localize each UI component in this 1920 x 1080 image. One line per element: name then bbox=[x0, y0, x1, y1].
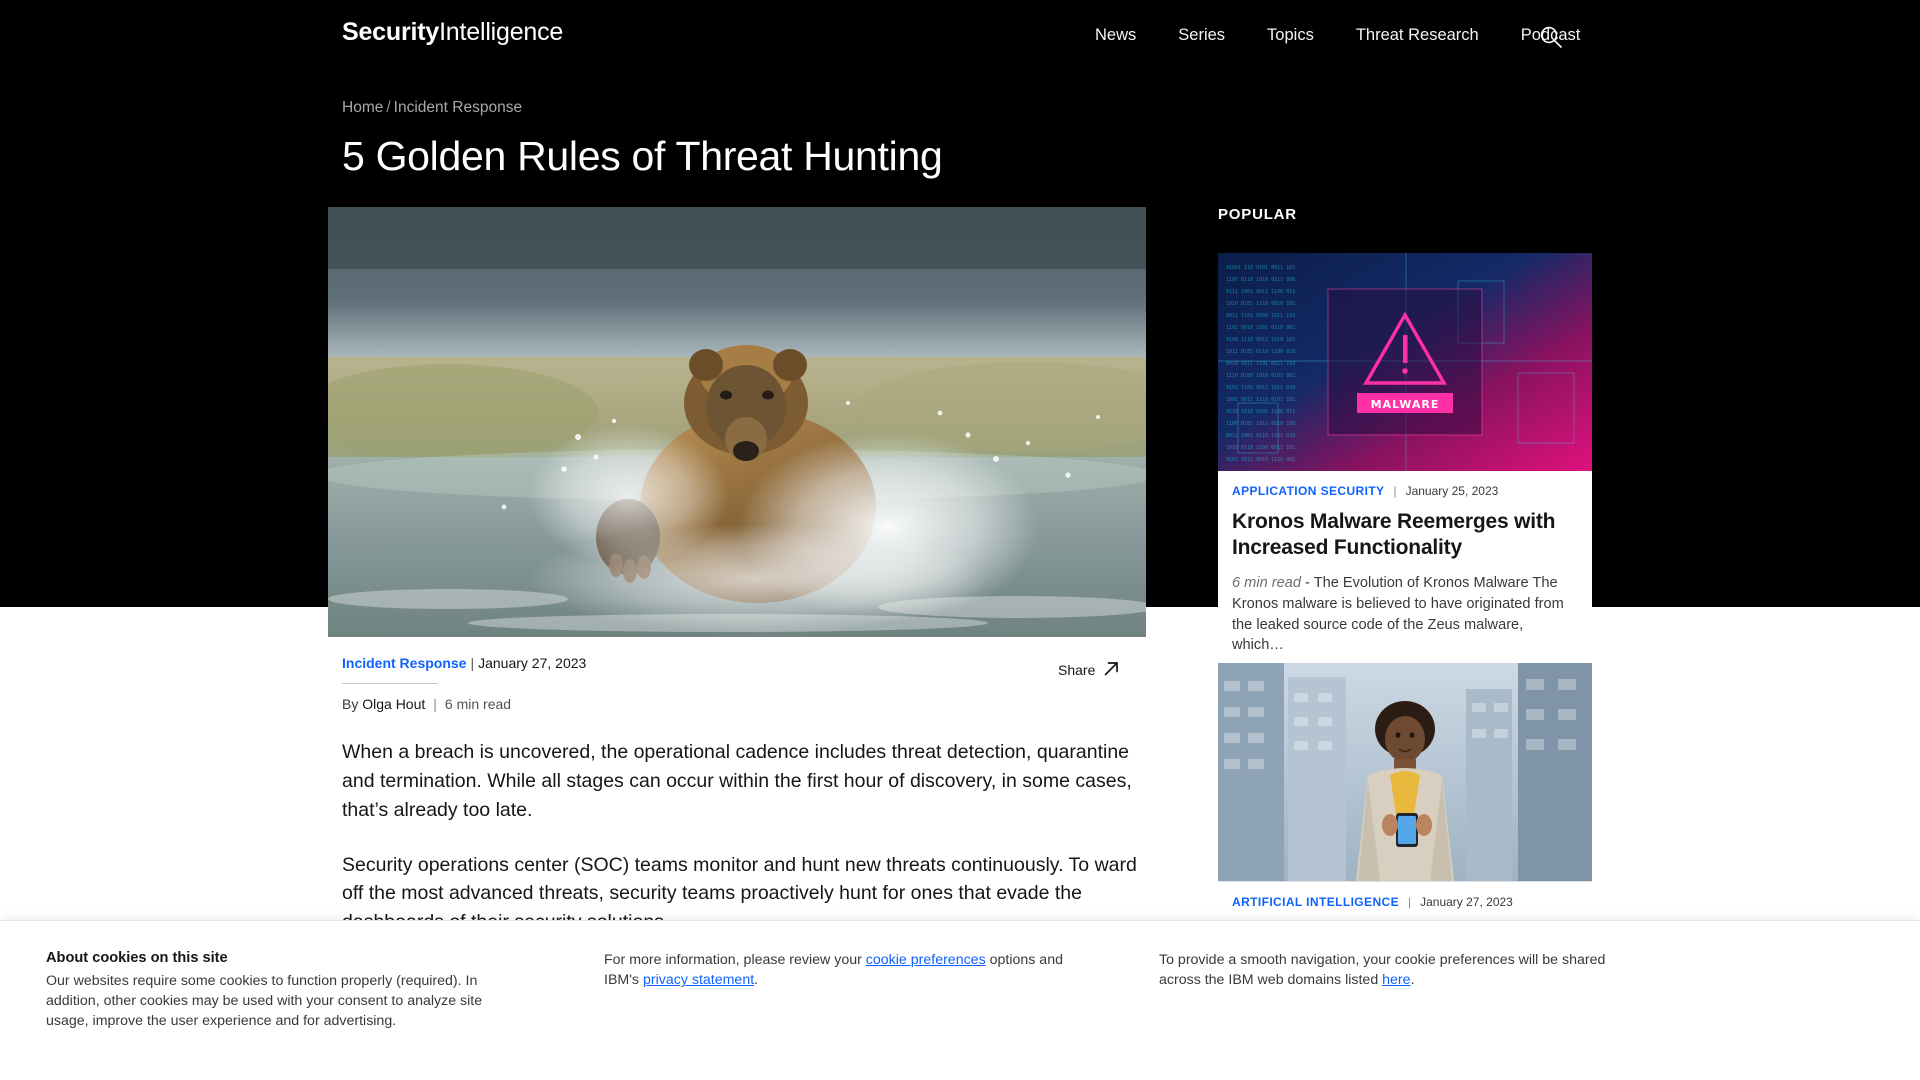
share-button[interactable]: Share bbox=[1058, 660, 1120, 680]
svg-text:1001 0011 1110 0101 101: 1001 0011 1110 0101 101 bbox=[1226, 397, 1295, 403]
more-info-post: . bbox=[754, 972, 759, 989]
hero-image bbox=[328, 207, 1146, 637]
breadcrumb: Home / Incident Response bbox=[342, 99, 522, 117]
nav-item-threat-research[interactable]: Threat Research bbox=[1356, 26, 1479, 45]
kicker-separator: | bbox=[1407, 895, 1412, 909]
article-meta-primary: Incident Response | January 27, 2023 bbox=[342, 655, 1152, 671]
domains-info-post: . bbox=[1410, 972, 1415, 989]
svg-text:0101 1011 0010 1110 001: 0101 1011 0010 1110 001 bbox=[1226, 457, 1295, 463]
svg-text:01001 110 0101 0011 101: 01001 110 0101 0011 101 bbox=[1226, 265, 1295, 271]
svg-text:0110 1010 0101 1100 011: 0110 1010 0101 1100 011 bbox=[1226, 409, 1295, 415]
nav-item-series[interactable]: Series bbox=[1178, 26, 1225, 45]
cookie-preferences-link[interactable]: cookie preferences bbox=[866, 952, 986, 968]
top-navigation-bar: SecurityIntelligence News Series Topics … bbox=[0, 0, 1920, 70]
article-byline: By Olga Hout | 6 min read bbox=[342, 696, 1152, 712]
privacy-statement-link[interactable]: privacy statement bbox=[643, 972, 754, 988]
popular-heading: POPULAR bbox=[1218, 206, 1297, 223]
popular-card-title[interactable]: Kronos Malware Reemerges with Increased … bbox=[1232, 509, 1578, 560]
breadcrumb-home[interactable]: Home bbox=[342, 99, 383, 116]
article-meta: Incident Response | January 27, 2023 By Ol… bbox=[342, 655, 1152, 712]
popular-card-thumbnail: 01001 110 0101 0011 101 1100 0110 1010 0… bbox=[1218, 253, 1592, 471]
article-read-time: 6 min read bbox=[444, 696, 512, 712]
popular-card[interactable]: 01001 110 0101 0011 101 1100 0110 1010 0… bbox=[1218, 253, 1592, 677]
popular-card-read-time: 6 min read bbox=[1232, 575, 1301, 592]
nav-item-topics[interactable]: Topics bbox=[1267, 26, 1314, 45]
svg-text:1011 0101 0110 1100 010: 1011 0101 0110 1100 010 bbox=[1226, 349, 1295, 355]
svg-text:1110 0100 1010 0101 001: 1110 0100 1010 0101 001 bbox=[1226, 373, 1295, 379]
nav-item-news[interactable]: News bbox=[1095, 26, 1136, 45]
popular-card-category[interactable]: APPLICATION SECURITY bbox=[1232, 484, 1384, 498]
excerpt-dash: - bbox=[1305, 575, 1310, 592]
page-root: SecurityIntelligence News Series Topics … bbox=[0, 0, 1920, 1080]
article-category-link[interactable]: Incident Response bbox=[342, 655, 466, 671]
page-title: 5 Golden Rules of Threat Hunting bbox=[342, 133, 943, 179]
article-date: January 27, 2023 bbox=[478, 655, 587, 671]
svg-text:1100 0101 1011 0010 100: 1100 0101 1011 0010 100 bbox=[1226, 421, 1295, 427]
article-author[interactable]: Olga Hout bbox=[362, 696, 425, 712]
breadcrumb-separator: / bbox=[386, 99, 391, 116]
svg-text:1101 0010 1001 0110 001: 1101 0010 1001 0110 001 bbox=[1226, 325, 1295, 331]
svg-text:0011 1101 0100 1011 110: 0011 1101 0100 1011 110 bbox=[1226, 313, 1295, 319]
popular-card-kicker: ARTIFICIAL INTELLIGENCE | January 27, 2023 bbox=[1232, 895, 1578, 909]
svg-text:0011 1001 0110 1101 010: 0011 1001 0110 1101 010 bbox=[1226, 433, 1295, 439]
site-logo[interactable]: SecurityIntelligence bbox=[342, 18, 563, 47]
svg-text:0100 1110 0011 1010 101: 0100 1110 0011 1010 101 bbox=[1226, 337, 1295, 343]
svg-text:MALWARE: MALWARE bbox=[1371, 398, 1440, 411]
byline-separator: | bbox=[433, 696, 437, 712]
breadcrumb-current[interactable]: Incident Response bbox=[394, 99, 522, 116]
share-label: Share bbox=[1058, 662, 1096, 678]
popular-card-kicker: APPLICATION SECURITY | January 25, 2023 bbox=[1232, 484, 1578, 498]
domains-here-link[interactable]: here bbox=[1382, 972, 1410, 988]
svg-text:1010 0101 1110 0010 101: 1010 0101 1110 0010 101 bbox=[1226, 301, 1295, 307]
logo-light-part: Intelligence bbox=[439, 18, 564, 46]
svg-text:1010 0110 1100 0011 101: 1010 0110 1100 0011 101 bbox=[1226, 445, 1295, 451]
popular-card-category[interactable]: ARTIFICIAL INTELLIGENCE bbox=[1232, 895, 1399, 909]
arrow-up-right-icon bbox=[1103, 660, 1120, 680]
nav-links: News Series Topics Threat Research Podca… bbox=[1095, 26, 1580, 45]
popular-card-body: APPLICATION SECURITY | January 25, 2023 Kr… bbox=[1218, 471, 1592, 676]
svg-text:1100 0110 1010 0111 000: 1100 0110 1010 0111 000 bbox=[1226, 277, 1295, 283]
meta-separator: | bbox=[470, 655, 475, 671]
svg-text:0111 1001 0011 1100 011: 0111 1001 0011 1100 011 bbox=[1226, 289, 1295, 295]
kicker-separator: | bbox=[1393, 484, 1397, 498]
popular-card-date: January 27, 2023 bbox=[1420, 895, 1513, 909]
more-info-prefix: For more information, please review your bbox=[604, 952, 866, 968]
popular-card-thumbnail bbox=[1218, 663, 1592, 881]
cookie-banner-domains-info: To provide a smooth navigation, your coo… bbox=[1159, 950, 1639, 990]
cookie-banner-body: Our websites require some cookies to fun… bbox=[46, 973, 483, 1030]
cookie-consent-banner: About cookies on this site Our websites … bbox=[0, 920, 1920, 1080]
logo-bold-part: Security bbox=[342, 18, 440, 46]
search-icon[interactable] bbox=[1537, 23, 1565, 51]
article-paragraph: When a breach is uncovered, the operatio… bbox=[342, 741, 1132, 821]
popular-card-excerpt: 6 min read - The Evolution of Kronos Mal… bbox=[1232, 573, 1578, 656]
byline-prefix: By bbox=[342, 696, 359, 712]
svg-text:0101 1100 0011 1011 010: 0101 1100 0011 1011 010 bbox=[1226, 385, 1295, 391]
meta-divider bbox=[342, 683, 438, 684]
popular-card-date: January 25, 2023 bbox=[1405, 484, 1499, 498]
svg-text:0010 1011 1101 0011 110: 0010 1011 1101 0011 110 bbox=[1226, 361, 1295, 367]
cookie-banner-more-info: For more information, please review your… bbox=[604, 950, 1074, 990]
cookie-banner-title: About cookies on this site bbox=[46, 950, 228, 966]
